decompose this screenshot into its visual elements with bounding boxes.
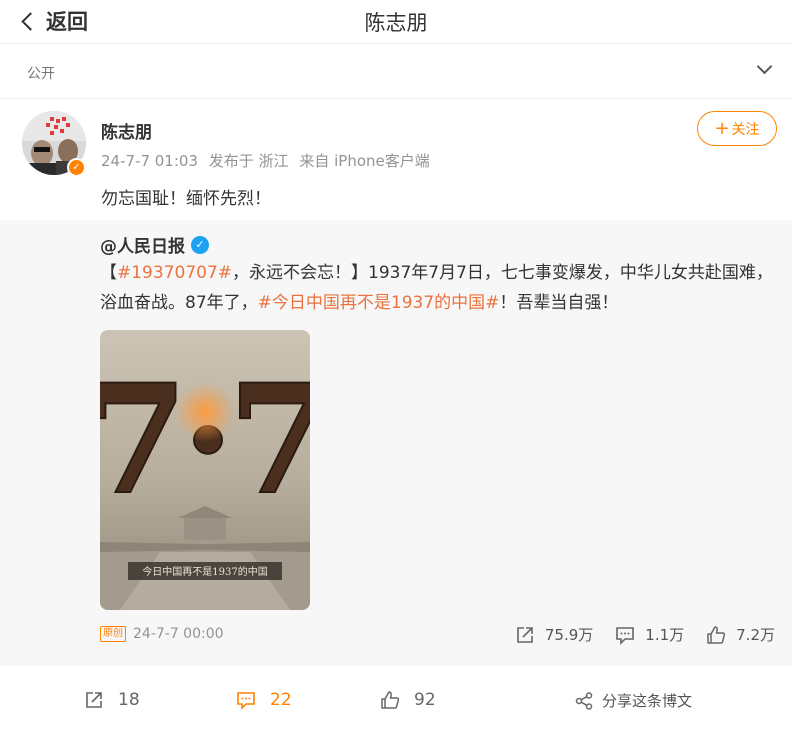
original-footer: 原创 24-7-7 00:00 bbox=[100, 626, 224, 642]
action-bar: 18 22 92 分享这条博文 bbox=[0, 680, 792, 726]
hashtag-link[interactable]: #今日中国再不是1937的中国# bbox=[258, 293, 500, 313]
reposted-post: @人民日报 ✓ 【#19370707#，永远不会忘！】1937年7月7日，七七事… bbox=[0, 220, 792, 666]
visibility-label: 公开 bbox=[27, 66, 55, 82]
original-time: 24-7-7 00:00 bbox=[133, 626, 224, 642]
post-meta: 24-7-7 01:03 发布于 浙江 来自 iPhone客户端 bbox=[101, 150, 430, 171]
verified-badge-icon: ✓ bbox=[67, 158, 86, 177]
hashtag-link[interactable]: #19370707# bbox=[117, 263, 232, 283]
original-text: 【#19370707#，永远不会忘！】1937年7月7日，七七事变爆发，中华儿女… bbox=[100, 258, 780, 318]
text-segment: ！吾辈当自强！ bbox=[499, 293, 619, 313]
post-time: 24-7-7 01:03 bbox=[101, 152, 198, 170]
original-badge: 原创 bbox=[100, 626, 126, 642]
original-comment-count: 1.1万 bbox=[645, 626, 685, 644]
post-text: 勿忘国耻！缅怀先烈！ bbox=[101, 189, 271, 209]
original-stats: 75.9万 1.1万 7.2万 bbox=[493, 624, 775, 645]
original-like-count: 7.2万 bbox=[736, 626, 775, 644]
repost-count: 18 bbox=[118, 690, 140, 710]
share-button[interactable]: 分享这条博文 bbox=[574, 690, 692, 711]
author-name[interactable]: 陈志朋 bbox=[101, 118, 152, 143]
follow-button[interactable]: + 关注 bbox=[697, 111, 777, 146]
post-location: 发布于 浙江 bbox=[208, 152, 289, 170]
plus-icon: + bbox=[714, 117, 730, 139]
original-repost-count: 75.9万 bbox=[544, 626, 594, 644]
top-bar: 返回 陈志朋 bbox=[0, 0, 792, 44]
original-like-button[interactable]: 7.2万 bbox=[706, 624, 775, 645]
verified-icon: ✓ bbox=[191, 235, 209, 254]
comment-button[interactable]: 22 bbox=[236, 690, 292, 710]
share-icon bbox=[575, 691, 593, 710]
repost-button[interactable]: 18 bbox=[84, 690, 140, 710]
repost-icon bbox=[517, 626, 533, 643]
original-author[interactable]: @人民日报 ✓ bbox=[100, 232, 209, 257]
comment-count: 22 bbox=[270, 690, 292, 710]
post-image[interactable]: 今日中国再不是1937的中国 7·7 bbox=[100, 330, 310, 610]
post-source: 来自 iPhone客户端 bbox=[299, 152, 430, 170]
original-repost-button[interactable]: 75.9万 bbox=[515, 624, 593, 645]
thumbs-up-icon bbox=[707, 625, 726, 644]
follow-label: 关注 bbox=[731, 121, 760, 138]
like-count: 92 bbox=[414, 690, 436, 710]
page-title: 陈志朋 bbox=[364, 11, 428, 35]
visibility-selector[interactable]: 公开 bbox=[0, 45, 792, 99]
chevron-down-icon[interactable] bbox=[756, 58, 773, 75]
share-label: 分享这条博文 bbox=[602, 692, 693, 710]
repost-icon bbox=[86, 692, 102, 708]
text-segment: 【 bbox=[100, 263, 117, 283]
image-caption: 今日中国再不是1937的中国 bbox=[142, 565, 267, 578]
thumbs-up-icon bbox=[381, 691, 400, 709]
like-button[interactable]: 92 bbox=[380, 690, 436, 710]
comment-icon bbox=[616, 626, 635, 645]
original-author-name: @人民日报 bbox=[100, 237, 185, 257]
original-comment-button[interactable]: 1.1万 bbox=[615, 624, 684, 645]
comment-icon bbox=[237, 692, 255, 710]
